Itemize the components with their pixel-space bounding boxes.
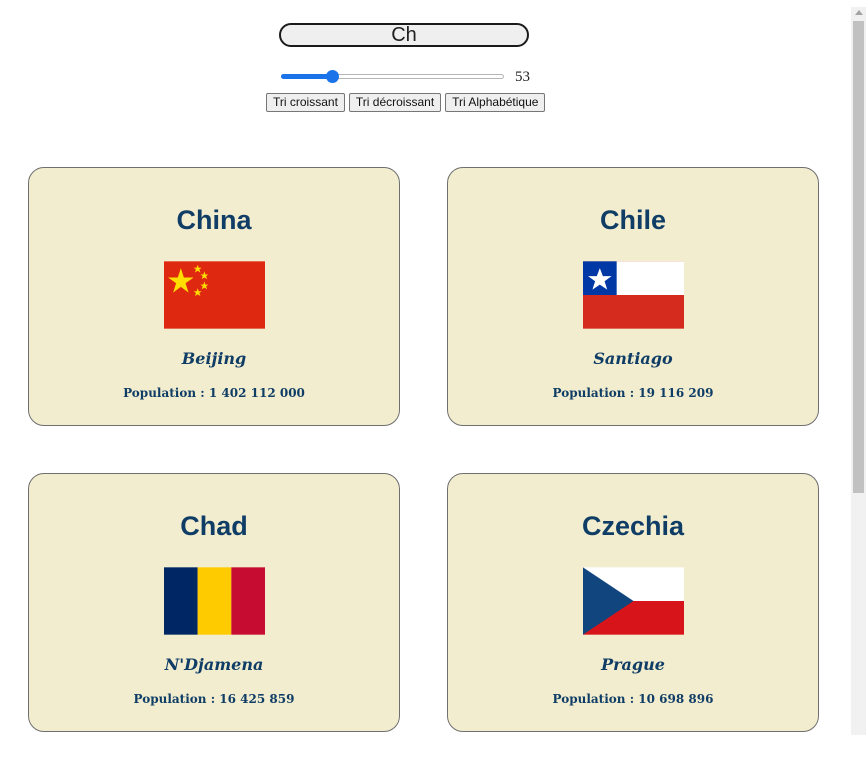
country-capital: Beijing	[181, 349, 247, 368]
country-population: Population : 1 402 112 000	[123, 386, 305, 400]
population-slider[interactable]	[281, 70, 504, 83]
sort-descending-button[interactable]: Tri décroissant	[348, 93, 442, 112]
slider-fill	[281, 74, 332, 79]
china-flag-icon	[164, 261, 265, 329]
country-name: China	[176, 205, 252, 235]
search-input[interactable]	[279, 23, 529, 47]
czechia-flag-icon	[583, 567, 684, 635]
country-capital: Prague	[601, 655, 665, 674]
country-card-china: China Beijing Population : 1 402 112 000	[28, 167, 400, 426]
sort-alphabetical-button[interactable]: Tri Alphabétique	[445, 93, 546, 112]
country-name: Chile	[599, 205, 666, 235]
chile-flag-icon	[583, 261, 684, 329]
country-card-chile: Chile Santiago Population : 19 116 209	[447, 167, 819, 426]
page: 53 Tri croissant Tri décroissant Tri Alp…	[0, 0, 868, 778]
chad-flag-icon	[164, 567, 265, 635]
country-population: Population : 10 698 896	[552, 692, 714, 706]
scrollbar-thumb[interactable]	[853, 21, 864, 493]
sort-buttons: Tri croissant Tri décroissant Tri Alphab…	[266, 93, 546, 112]
country-population: Population : 19 116 209	[552, 386, 714, 400]
country-card-chad: Chad N'Djamena Population : 16 425 859	[28, 473, 400, 732]
country-name: Czechia	[581, 511, 685, 541]
country-capital: N'Djamena	[164, 655, 264, 674]
slider-value: 53	[515, 69, 530, 85]
slider-thumb[interactable]	[326, 70, 339, 83]
scroll-up-arrow-icon[interactable]	[855, 10, 863, 15]
country-capital: Santiago	[593, 349, 673, 368]
vertical-scrollbar[interactable]	[851, 7, 866, 735]
country-population: Population : 16 425 859	[133, 692, 295, 706]
sort-ascending-button[interactable]: Tri croissant	[266, 93, 345, 112]
country-card-czechia: Czechia Prague Population : 10 698 896	[447, 473, 819, 732]
country-name: Chad	[180, 511, 248, 541]
